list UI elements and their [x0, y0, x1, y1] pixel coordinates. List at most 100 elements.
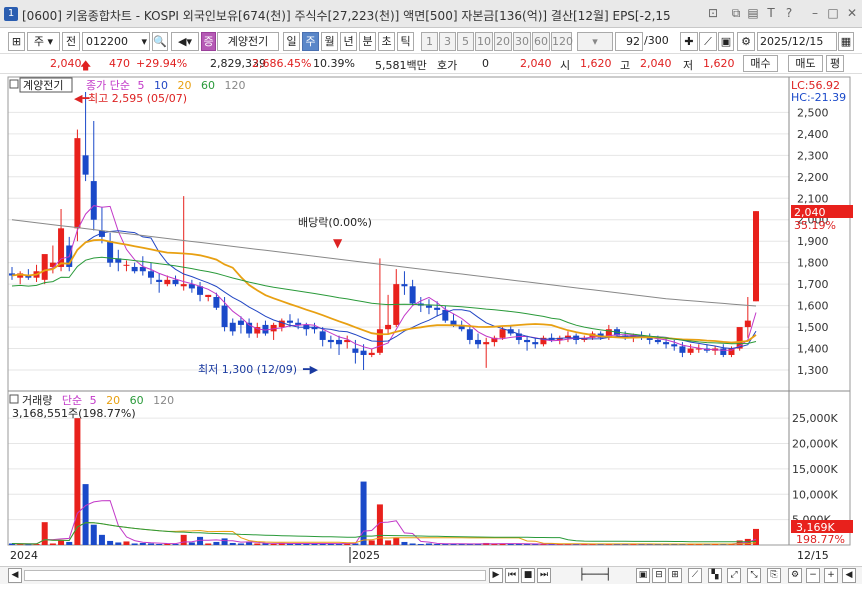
menu-icon[interactable]: ◀	[842, 568, 856, 583]
volume-bar	[172, 543, 179, 545]
zoom-in-icon[interactable]: ⤢	[727, 568, 741, 583]
maximize-icon[interactable]: □	[826, 6, 840, 20]
search-icon[interactable]: 🔍	[152, 32, 168, 51]
export-icon[interactable]: ⎘	[767, 568, 781, 583]
volume-bar	[123, 541, 130, 545]
line-tool-icon[interactable]: ⟋	[699, 32, 717, 51]
interval-button-7[interactable]: 120	[551, 32, 573, 51]
candle-body	[82, 155, 89, 175]
volume-bar	[368, 540, 375, 545]
price-axis-label: 1,600	[797, 300, 829, 313]
period-tab-4[interactable]: 분	[359, 32, 376, 51]
minimize-icon[interactable]: –	[808, 6, 822, 20]
pin-icon[interactable]: T	[764, 6, 778, 20]
period-select[interactable]: 주 ▾	[27, 32, 60, 51]
zoom-slider[interactable]: ├───┤	[560, 568, 630, 583]
period-tab-5[interactable]: 초	[378, 32, 395, 51]
price-axis-label: 1,500	[797, 321, 829, 334]
last-icon[interactable]: ⏭	[537, 568, 551, 583]
volume-axis-label: 10,000K	[792, 488, 838, 501]
trade-amount: 5,581백만	[375, 59, 427, 72]
candle-body	[221, 305, 228, 328]
save-icon[interactable]: ▣	[718, 32, 734, 51]
settings-icon[interactable]: ⚙	[788, 568, 802, 583]
eval-button[interactable]: 평	[826, 55, 844, 72]
link-icon[interactable]: ⊡	[706, 6, 720, 20]
plus-icon[interactable]: +	[824, 568, 838, 583]
chart-type-icon[interactable]: ▚	[708, 568, 722, 583]
price-tag-value: 2,040	[794, 206, 826, 219]
xaxis-label-2025: 2025	[352, 549, 380, 562]
close-icon[interactable]: ✕	[845, 6, 859, 20]
interval-button-6[interactable]: 60	[532, 32, 550, 51]
minus-icon[interactable]: −	[806, 568, 820, 583]
buy-button[interactable]: 매수	[743, 55, 778, 72]
vma-60: 60	[130, 394, 144, 407]
scroll-left-icon[interactable]: ◀	[8, 568, 22, 583]
stop-icon[interactable]: ■	[521, 568, 535, 583]
volume-bar	[41, 522, 48, 545]
hoga-price: 2,040	[520, 57, 552, 70]
candle-body	[107, 241, 114, 263]
period-tab-6[interactable]: 틱	[397, 32, 414, 51]
price-change: 470	[109, 57, 130, 70]
scroll-right-icon[interactable]: ▶	[489, 568, 503, 583]
period-tab-2[interactable]: 월	[321, 32, 338, 51]
split-icon[interactable]: ⊟	[652, 568, 666, 583]
first-icon[interactable]: ⏮	[505, 568, 519, 583]
grid-icon[interactable]: ⊞	[668, 568, 682, 583]
scroll-bar[interactable]: ◀ ▶ ⏮ ■ ⏭ ├───┤ ▣ ⊟ ⊞ ⟋ ▚ ⤢ ⤡ ⎘ ⚙ − + ◀	[0, 566, 862, 584]
interval-button-2[interactable]: 5	[457, 32, 474, 51]
hoga-label: 호가	[437, 59, 458, 72]
market-select[interactable]: 전	[62, 32, 80, 51]
volume-axis-label: 15,000K	[792, 463, 838, 476]
layout-icon[interactable]: ⊞	[8, 32, 25, 51]
tool-icon[interactable]: ✚	[680, 32, 698, 51]
vma-120: 120	[153, 394, 174, 407]
candle-body	[434, 307, 441, 310]
help-icon[interactable]: ?	[782, 6, 796, 20]
candle-body	[368, 352, 375, 355]
volume-bar	[115, 542, 122, 545]
name-tag: 증	[201, 32, 216, 51]
period-tab-1[interactable]: 주	[302, 32, 319, 51]
volume-bar	[385, 540, 392, 545]
price-axis-label: 1,800	[797, 257, 829, 270]
date-input[interactable]: 2025/12/15	[757, 32, 837, 51]
quote-row: 2,040 🡅 470 +29.94% 2,829,339 2,686.45% …	[0, 54, 862, 74]
count-input[interactable]: 92	[615, 32, 643, 51]
sell-button[interactable]: 매도	[788, 55, 823, 72]
hoga-value: 0	[482, 57, 489, 70]
candle-body	[229, 322, 236, 332]
restore-icon[interactable]: ⧉	[729, 6, 743, 20]
interval-button-5[interactable]: 30	[513, 32, 531, 51]
interval-button-4[interactable]: 20	[494, 32, 512, 51]
interval-button-1[interactable]: 3	[439, 32, 456, 51]
candle-body	[131, 266, 138, 272]
period-tab-3[interactable]: 년	[340, 32, 357, 51]
high-price: 2,040	[640, 57, 672, 70]
scroll-track[interactable]	[24, 570, 486, 581]
interval-button-3[interactable]: 10	[475, 32, 493, 51]
period-tab-0[interactable]: 일	[283, 32, 300, 51]
window-icon[interactable]: ▣	[636, 568, 650, 583]
candle-body	[425, 305, 432, 308]
zoom-out-icon[interactable]: ⤡	[747, 568, 761, 583]
calendar-icon[interactable]: ▦	[838, 32, 854, 51]
volume-bar	[237, 543, 244, 545]
interval-dropdown[interactable]: ▾	[577, 32, 613, 51]
candle-body	[671, 344, 678, 347]
chart-area[interactable]: 2,5002,4002,3002,2002,1002,0001,9001,800…	[0, 75, 862, 565]
code-input[interactable]: 012200 ▾	[82, 32, 150, 51]
gear-icon[interactable]: ⚙	[737, 32, 755, 51]
high-label: 고	[620, 59, 631, 72]
tile-icon[interactable]: ▤	[746, 6, 760, 20]
volume-bar	[49, 543, 56, 545]
interval-button-0[interactable]: 1	[421, 32, 438, 51]
sound-icon[interactable]: ◀▾	[171, 32, 199, 51]
volume-bar	[66, 541, 73, 545]
volume-tag-pct: 198.77%	[796, 533, 845, 546]
volume-bar	[434, 543, 441, 545]
turnover-rate: 10.39%	[313, 57, 355, 70]
trend-icon[interactable]: ⟋	[688, 568, 702, 583]
